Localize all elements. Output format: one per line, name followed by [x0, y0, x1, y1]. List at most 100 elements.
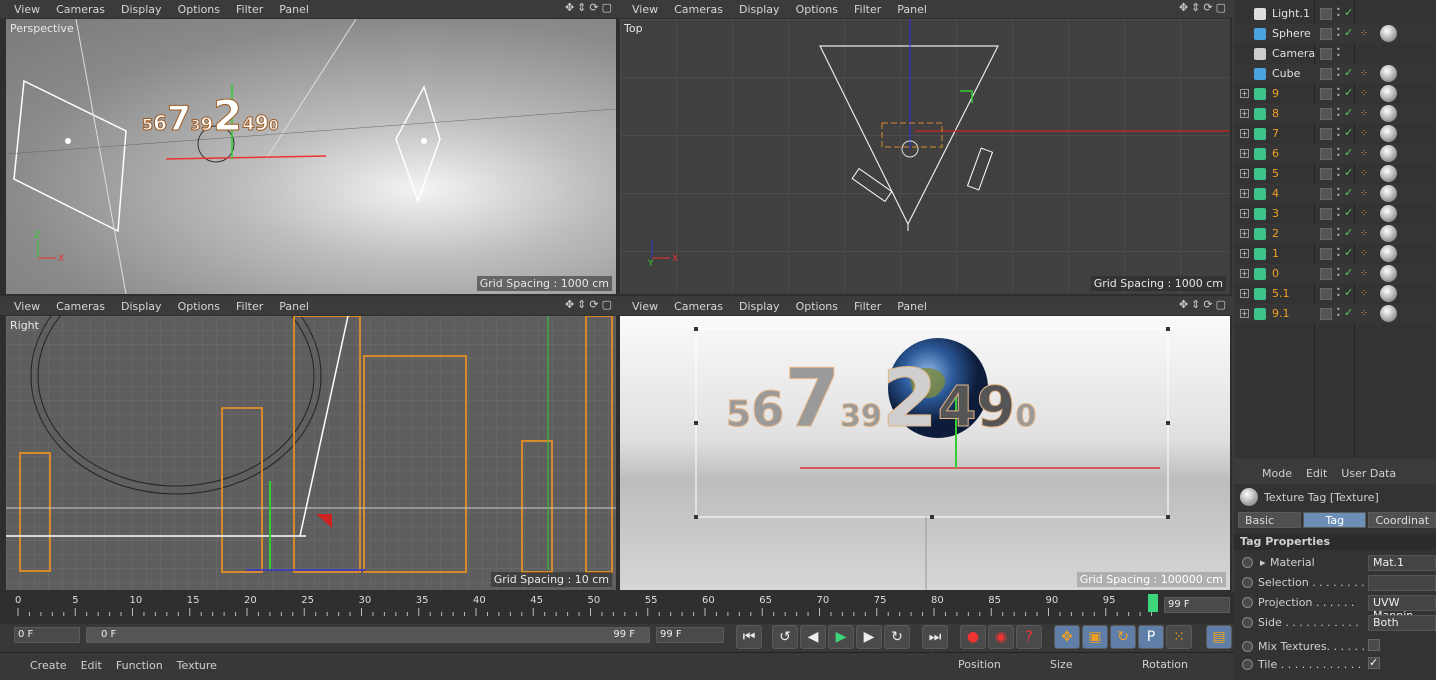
move-view-icon[interactable]: ✥ [565, 1, 574, 14]
editor-render-dots[interactable]: • • [1336, 86, 1341, 100]
object-row[interactable]: +8 • • ✓ ⁘ [1234, 104, 1436, 124]
expand-toggle[interactable]: + [1240, 229, 1249, 238]
menu-cameras[interactable]: Cameras [56, 300, 105, 313]
menu-panel[interactable]: Panel [279, 300, 309, 313]
object-name[interactable]: 6 [1272, 147, 1279, 160]
expand-toggle[interactable]: + [1240, 89, 1249, 98]
menu-options[interactable]: Options [796, 300, 838, 313]
maximize-view-icon[interactable]: ▢ [602, 298, 612, 311]
object-name[interactable]: 0 [1272, 267, 1279, 280]
expand-toggle[interactable]: + [1240, 209, 1249, 218]
viewport-nav-icons[interactable]: ✥ ⇕ ⟳ ▢ [1179, 298, 1226, 311]
object-name[interactable]: 1 [1272, 247, 1279, 260]
visibility-toggle[interactable] [1320, 88, 1332, 100]
next-frame-button[interactable]: ▶ [856, 625, 882, 649]
key-rotation-button[interactable]: ↻ [1110, 625, 1136, 649]
tab-basic[interactable]: Basic [1238, 512, 1302, 528]
object-name[interactable]: 4 [1272, 187, 1279, 200]
editor-render-dots[interactable]: • • [1336, 26, 1341, 40]
phong-tag-icon[interactable]: ⁘ [1360, 248, 1374, 260]
visibility-toggle[interactable] [1320, 308, 1332, 320]
expand-toggle[interactable]: + [1240, 289, 1249, 298]
phong-tag-icon[interactable]: ⁘ [1360, 168, 1374, 180]
enabled-check-icon[interactable]: ✓ [1344, 286, 1353, 299]
right-canvas[interactable]: Right Grid Spacing : 10 cm [6, 316, 616, 590]
playhead-marker[interactable] [1148, 594, 1158, 612]
object-row[interactable]: +0 • • ✓ ⁘ [1234, 264, 1436, 284]
attribute-value[interactable]: UVW Mappin [1368, 595, 1436, 622]
frame-range-slider[interactable]: 0 F 99 F [86, 627, 650, 643]
phong-tag-icon[interactable]: ⁘ [1360, 188, 1374, 200]
enabled-check-icon[interactable]: ✓ [1344, 66, 1353, 79]
object-row[interactable]: Sphere • • ✓ ⁘ [1234, 24, 1436, 44]
zoom-view-icon[interactable]: ⇕ [577, 1, 586, 14]
editor-render-dots[interactable]: • • [1336, 46, 1341, 60]
object-name[interactable]: Camera [1272, 47, 1315, 60]
texture-tag-icon[interactable] [1380, 285, 1397, 302]
enabled-check-icon[interactable]: ✓ [1344, 186, 1353, 199]
move-view-icon[interactable]: ✥ [1179, 1, 1188, 14]
enabled-check-icon[interactable]: ✓ [1344, 306, 1353, 319]
phong-tag-icon[interactable]: ⁘ [1360, 88, 1374, 100]
maximize-view-icon[interactable]: ▢ [1216, 298, 1226, 311]
film-strip-button[interactable]: ▤ [1206, 625, 1232, 649]
start-frame-field[interactable]: 0 F [14, 627, 80, 643]
expand-arrow-icon[interactable]: ▸ [1260, 556, 1266, 569]
animate-radio[interactable] [1242, 557, 1253, 568]
object-row[interactable]: +4 • • ✓ ⁘ [1234, 184, 1436, 204]
zoom-view-icon[interactable]: ⇕ [1191, 1, 1200, 14]
perspective-canvas[interactable]: 567392490 Perspective Grid Spacing : 100… [6, 19, 616, 294]
texture-tag-icon[interactable] [1380, 85, 1397, 102]
phong-tag-icon[interactable]: ⁘ [1360, 128, 1374, 140]
object-row[interactable]: Cube • • ✓ ⁘ [1234, 64, 1436, 84]
menu-display[interactable]: Display [739, 300, 780, 313]
enabled-check-icon[interactable]: ✓ [1344, 226, 1353, 239]
top-canvas[interactable]: Top Grid Spacing : 1000 cm YX [620, 19, 1230, 294]
enabled-check-icon[interactable]: ✓ [1344, 106, 1353, 119]
editor-render-dots[interactable]: • • [1336, 146, 1341, 160]
object-name[interactable]: 9.1 [1272, 307, 1290, 320]
zoom-view-icon[interactable]: ⇕ [577, 298, 586, 311]
visibility-toggle[interactable] [1320, 188, 1332, 200]
visibility-toggle[interactable] [1320, 228, 1332, 240]
expand-toggle[interactable]: + [1240, 109, 1249, 118]
attribute-checkbox[interactable]: ✓ [1368, 657, 1380, 669]
visibility-toggle[interactable] [1320, 48, 1332, 60]
maximize-view-icon[interactable]: ▢ [602, 1, 612, 14]
end-frame-field[interactable]: 99 F [656, 627, 724, 643]
object-row[interactable]: +3 • • ✓ ⁘ [1234, 204, 1436, 224]
key-pla-button[interactable]: ⁙ [1166, 625, 1192, 649]
previous-frame-button[interactable]: ◀ [800, 625, 826, 649]
animate-radio[interactable] [1242, 659, 1253, 670]
texture-tag-icon[interactable] [1380, 265, 1397, 282]
camera-canvas[interactable]: 567392490 Grid Spacing : 100000 cm [620, 316, 1230, 590]
menu-mode[interactable]: Mode [1262, 467, 1292, 480]
object-name[interactable]: 3 [1272, 207, 1279, 220]
menu-panel[interactable]: Panel [897, 300, 927, 313]
animate-radio[interactable] [1242, 577, 1253, 588]
enabled-check-icon[interactable]: ✓ [1344, 166, 1353, 179]
menu-filter[interactable]: Filter [236, 3, 263, 16]
move-view-icon[interactable]: ✥ [1179, 298, 1188, 311]
maximize-view-icon[interactable]: ▢ [1216, 1, 1226, 14]
editor-render-dots[interactable]: • • [1336, 126, 1341, 140]
object-row[interactable]: +5 • • ✓ ⁘ [1234, 164, 1436, 184]
editor-render-dots[interactable]: • • [1336, 66, 1341, 80]
object-name[interactable]: Light.1 [1272, 7, 1310, 20]
object-name[interactable]: 2 [1272, 227, 1279, 240]
menu-function[interactable]: Function [116, 659, 163, 672]
texture-tag-icon[interactable] [1380, 145, 1397, 162]
texture-tag-icon[interactable] [1380, 105, 1397, 122]
menu-user-data[interactable]: User Data [1341, 467, 1396, 480]
object-name[interactable]: 5 [1272, 167, 1279, 180]
viewport-nav-icons[interactable]: ✥ ⇕ ⟳ ▢ [565, 298, 612, 311]
enabled-check-icon[interactable]: ✓ [1344, 26, 1353, 39]
texture-tag-icon[interactable] [1380, 305, 1397, 322]
visibility-toggle[interactable] [1320, 248, 1332, 260]
timeline-ruler[interactable]: 0 5 10 15 20 25 30 35 40 45 50 55 60 65 70 75 80 85 90 95 9… [0, 592, 1234, 624]
menu-view[interactable]: View [632, 3, 658, 16]
object-row[interactable]: Camera • • [1234, 44, 1436, 64]
enabled-check-icon[interactable]: ✓ [1344, 146, 1353, 159]
rotate-view-icon[interactable]: ⟳ [1203, 1, 1212, 14]
texture-tag-icon[interactable] [1380, 185, 1397, 202]
